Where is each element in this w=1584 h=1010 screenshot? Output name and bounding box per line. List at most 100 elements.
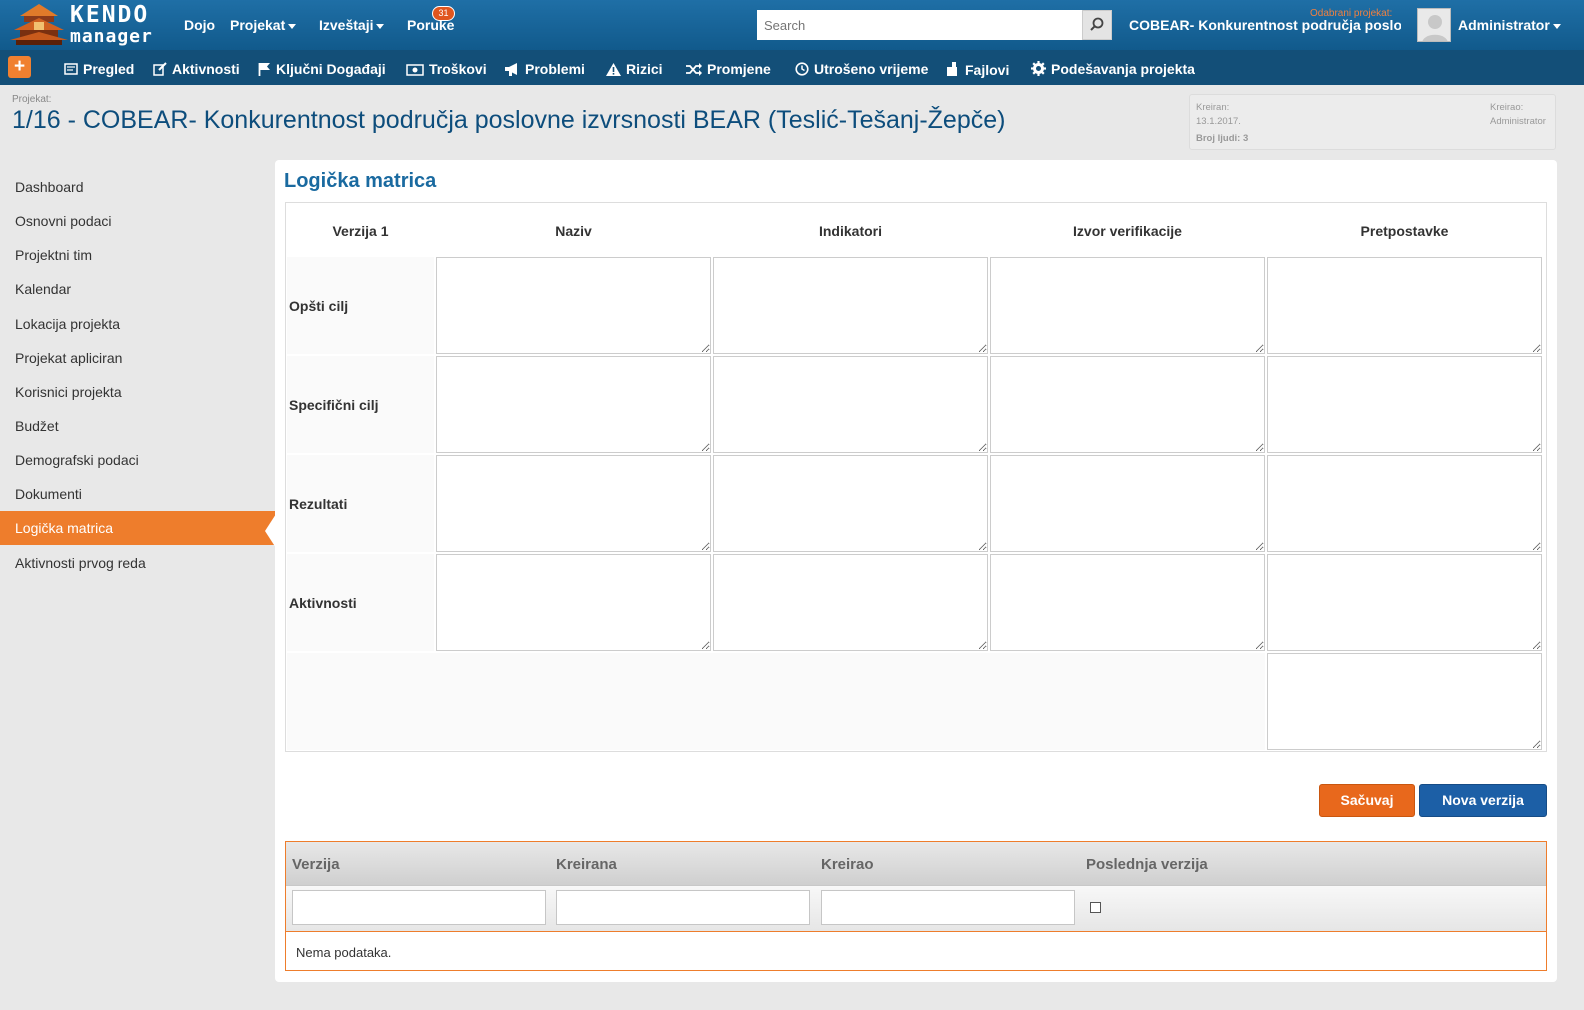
nav-dojo[interactable]: Dojo bbox=[184, 17, 215, 33]
grid-filter-row bbox=[286, 886, 1546, 932]
toolbar-problemi[interactable]: Problemi bbox=[504, 61, 585, 77]
sidebar-item-osnovni-podaci[interactable]: Osnovni podaci bbox=[0, 204, 275, 238]
toolbar-podesavanja-projekta[interactable]: Podešavanja projekta bbox=[1031, 61, 1195, 77]
matrix-cell[interactable] bbox=[436, 356, 711, 453]
sidebar-item-aktivnosti-prvog-reda[interactable]: Aktivnosti prvog reda bbox=[0, 546, 275, 580]
filter-kreirana-input[interactable] bbox=[556, 890, 810, 925]
matrix-cell[interactable] bbox=[713, 554, 988, 651]
gear-icon bbox=[1031, 61, 1046, 76]
matrix-row-label: Opšti cilj bbox=[289, 298, 349, 314]
people-count: Broj ljudi: 3 bbox=[1196, 133, 1249, 144]
main-panel: Logička matrica Verzija 1 Naziv Indikato… bbox=[275, 160, 1557, 982]
grid-column-kreirao[interactable]: Kreirao bbox=[821, 856, 874, 873]
toolbar-troskovi[interactable]: Troškovi bbox=[406, 61, 487, 77]
matrix-row-aktivnosti: Aktivnosti bbox=[287, 554, 434, 651]
matrix-cell[interactable] bbox=[1267, 455, 1542, 552]
matrix-cell[interactable] bbox=[990, 554, 1265, 651]
user-icon bbox=[1422, 15, 1448, 41]
selected-project[interactable]: COBEAR- Konkurentnost područja poslovne bbox=[1129, 17, 1401, 33]
matrix-cell[interactable] bbox=[436, 554, 711, 651]
clock-icon bbox=[795, 62, 809, 76]
save-button[interactable]: Sačuvaj bbox=[1319, 784, 1415, 817]
sidebar-item-logicka-matrica[interactable]: Logička matrica bbox=[0, 511, 275, 545]
logo-text-manager: manager bbox=[70, 26, 153, 47]
avatar[interactable] bbox=[1417, 8, 1451, 42]
toolbar-promjene[interactable]: Promjene bbox=[686, 61, 771, 77]
matrix-cell[interactable] bbox=[990, 356, 1265, 453]
matrix-column-izvor-verifikacije: Izvor verifikacije bbox=[1073, 223, 1182, 239]
top-bar: KENDO manager Dojo Projekat Izveštaji Po… bbox=[0, 0, 1584, 50]
chevron-down-icon bbox=[1552, 23, 1561, 29]
user-menu[interactable]: Administrator bbox=[1458, 17, 1561, 33]
matrix-row-specificni-cilj: Specifični cilj bbox=[287, 356, 434, 453]
filter-kreirao-input[interactable] bbox=[821, 890, 1075, 925]
megaphone-icon bbox=[505, 63, 517, 76]
empty-message: Nema podataka. bbox=[296, 945, 392, 960]
project-info-box: Kreiran: 13.1.2017. Broj ljudi: 3 Kreira… bbox=[1189, 94, 1556, 150]
filter-verzija-input[interactable] bbox=[292, 890, 546, 925]
matrix-cell[interactable] bbox=[713, 257, 988, 354]
matrix-cell[interactable] bbox=[713, 455, 988, 552]
toolbar-aktivnosti-label: Aktivnosti bbox=[172, 61, 240, 77]
matrix-cell[interactable] bbox=[436, 257, 711, 354]
sidebar-item-dokumenti[interactable]: Dokumenti bbox=[0, 477, 275, 511]
matrix-column-pretpostavke: Pretpostavke bbox=[1360, 223, 1449, 239]
chevron-down-icon bbox=[288, 23, 297, 29]
page-title: 1/16 - COBEAR- Konkurentnost područja po… bbox=[12, 106, 1006, 134]
sidebar-item-budzet[interactable]: Budžet bbox=[0, 409, 275, 443]
matrix-cell[interactable] bbox=[713, 356, 988, 453]
sidebar-item-kalendar[interactable]: Kalendar bbox=[0, 272, 275, 306]
created-date: 13.1.2017. bbox=[1196, 116, 1241, 127]
messages-count-badge: 31 bbox=[432, 6, 455, 21]
overview-icon bbox=[64, 63, 78, 75]
grid-column-verzija[interactable]: Verzija bbox=[292, 856, 340, 873]
toolbar-aktivnosti[interactable]: Aktivnosti bbox=[153, 61, 240, 77]
matrix-cell[interactable] bbox=[990, 257, 1265, 354]
toolbar-troskovi-label: Troškovi bbox=[429, 61, 487, 77]
search-icon bbox=[1090, 17, 1104, 31]
shuffle-icon bbox=[686, 63, 702, 76]
chevron-down-icon bbox=[376, 23, 385, 29]
toolbar-pregled-label: Pregled bbox=[83, 61, 135, 77]
grid-column-poslednja-verzija[interactable]: Poslednja verzija bbox=[1086, 856, 1208, 873]
matrix-cell[interactable] bbox=[1267, 257, 1542, 354]
matrix-cell[interactable] bbox=[1267, 356, 1542, 453]
nav-projekat-label: Projekat bbox=[230, 17, 286, 33]
logo-text-kendo: KENDO bbox=[70, 2, 150, 28]
matrix-cell[interactable] bbox=[1267, 653, 1542, 750]
toolbar-rizici[interactable]: Rizici bbox=[606, 61, 663, 77]
nav-izvestaji[interactable]: Izveštaji bbox=[319, 17, 385, 33]
section-title: Logička matrica bbox=[284, 170, 437, 192]
search-input[interactable] bbox=[757, 10, 1082, 40]
toolbar-fajlovi[interactable]: Fajlovi bbox=[946, 61, 1009, 78]
sidebar-item-lokacija-projekta[interactable]: Lokacija projekta bbox=[0, 307, 275, 341]
matrix-cell[interactable] bbox=[990, 455, 1265, 552]
sidebar-item-projekat-apliciran[interactable]: Projekat apliciran bbox=[0, 341, 275, 375]
flag-icon bbox=[258, 63, 270, 76]
nav-projekat[interactable]: Projekat bbox=[230, 17, 297, 33]
files-icon bbox=[947, 62, 957, 76]
matrix-empty-area bbox=[287, 653, 1265, 750]
sidebar-item-demografski-podaci[interactable]: Demografski podaci bbox=[0, 443, 275, 477]
matrix-cell[interactable] bbox=[1267, 554, 1542, 651]
sidebar-item-projektni-tim[interactable]: Projektni tim bbox=[0, 238, 275, 272]
toolbar-utroseno-vrijeme[interactable]: Utrošeno vrijeme bbox=[795, 61, 928, 77]
kendo-manager-logo[interactable]: KENDO manager bbox=[10, 2, 160, 48]
new-version-button[interactable]: Nova verzija bbox=[1419, 784, 1547, 817]
project-label: Projekat: bbox=[12, 94, 52, 105]
sidebar-item-korisnici-projekta[interactable]: Korisnici projekta bbox=[0, 375, 275, 409]
money-icon bbox=[406, 64, 424, 76]
toolbar-rizici-label: Rizici bbox=[626, 61, 663, 77]
toolbar-kljucni-dogadjaji[interactable]: Ključni Događaji bbox=[258, 61, 386, 77]
filter-poslednja-verzija-checkbox[interactable] bbox=[1090, 902, 1101, 913]
search-button[interactable] bbox=[1082, 10, 1112, 40]
matrix-version-header: Verzija 1 bbox=[332, 223, 389, 239]
matrix-column-naziv: Naziv bbox=[555, 223, 592, 239]
sidebar-item-dashboard[interactable]: Dashboard bbox=[0, 170, 275, 204]
matrix-cell[interactable] bbox=[436, 455, 711, 552]
toolbar-problemi-label: Problemi bbox=[525, 61, 585, 77]
toolbar-pregled[interactable]: Pregled bbox=[64, 61, 134, 77]
add-button[interactable]: + bbox=[8, 56, 31, 78]
grid-column-kreirana[interactable]: Kreirana bbox=[556, 856, 617, 873]
toolbar-kljucni-dogadjaji-label: Ključni Događaji bbox=[276, 61, 386, 77]
